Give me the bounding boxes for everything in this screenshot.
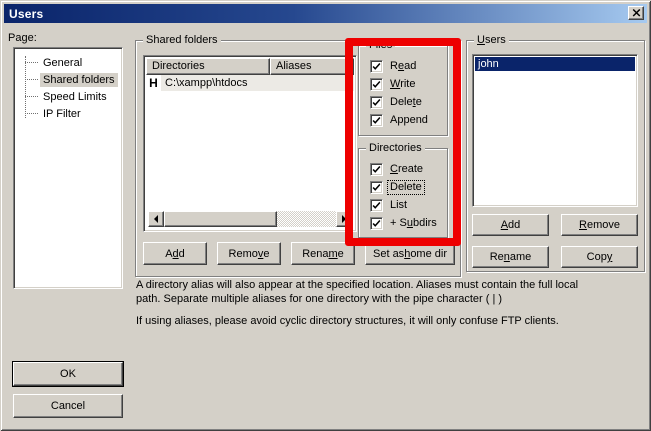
shared-folder-action-button[interactable]: Add xyxy=(143,242,207,265)
tree-connector-icon xyxy=(25,113,38,114)
shared-folder-row[interactable]: H C:\xampp\htdocs xyxy=(146,75,354,91)
users-group-label: Users xyxy=(474,34,509,47)
shared-folder-action-button[interactable]: Rename xyxy=(291,242,355,265)
file-permission-row[interactable]: Append xyxy=(370,111,447,129)
checkbox-label: + Subdirs xyxy=(388,217,439,230)
shared-folder-action-button[interactable]: Remove xyxy=(217,242,281,265)
checkmark-icon xyxy=(371,164,382,175)
ok-button[interactable]: OK xyxy=(13,362,123,386)
page-tree-item[interactable]: General xyxy=(16,54,120,71)
page-tree-item[interactable]: Speed Limits xyxy=(16,88,120,105)
user-action-button[interactable]: Add xyxy=(472,214,549,236)
checkmark-icon xyxy=(371,182,382,193)
checkmark-icon xyxy=(371,97,382,108)
file-permission-row[interactable]: Write xyxy=(370,75,447,93)
titlebar: Users xyxy=(4,4,647,23)
file-permission-row[interactable]: Delete xyxy=(370,93,447,111)
shared-folder-action-button[interactable]: Set as home dir xyxy=(365,242,455,265)
user-list-item[interactable]: john xyxy=(475,57,635,71)
checkbox-label: Delete xyxy=(388,96,424,109)
checkbox-label: List xyxy=(388,199,409,212)
checkmark-icon xyxy=(371,61,382,72)
shared-folders-buttons: Add Remove Rename Set as home dir xyxy=(143,242,455,265)
scroll-left-icon xyxy=(154,215,158,223)
tree-connector-icon xyxy=(25,62,38,63)
checkbox[interactable] xyxy=(370,78,383,91)
window-title: Users xyxy=(9,7,43,21)
close-icon xyxy=(632,9,641,17)
checkbox[interactable] xyxy=(370,217,383,230)
checkmark-icon xyxy=(371,218,382,229)
scroll-right-icon xyxy=(342,215,346,223)
directory-cell: C:\xampp\htdocs xyxy=(161,75,354,91)
checkbox-label: Delete xyxy=(388,181,424,194)
directory-permission-row[interactable]: List xyxy=(370,196,447,214)
checkbox-label: Write xyxy=(388,78,417,91)
scrollbar-thumb[interactable] xyxy=(164,211,277,227)
close-button[interactable] xyxy=(628,6,644,20)
checkbox-label: Append xyxy=(388,114,430,127)
home-flag: H xyxy=(146,75,161,91)
user-action-button[interactable]: Copy xyxy=(561,246,638,268)
shared-folders-list[interactable]: Directories Aliases H C:\xampp\htdocs xyxy=(143,55,357,232)
shared-folders-group-label: Shared folders xyxy=(143,34,221,47)
users-buttons: Add Remove Rename Copy xyxy=(472,214,638,268)
files-permissions-group: Files Read Write xyxy=(358,45,448,136)
horizontal-scrollbar[interactable] xyxy=(148,211,352,227)
checkbox[interactable] xyxy=(370,96,383,109)
cancel-button[interactable]: Cancel xyxy=(13,394,123,418)
users-list[interactable]: john xyxy=(472,54,638,207)
files-group-label: Files xyxy=(366,39,395,52)
checkbox[interactable] xyxy=(370,181,383,194)
column-header[interactable]: Aliases xyxy=(270,58,354,75)
page-tree-item[interactable]: Shared folders xyxy=(16,71,120,88)
user-action-button[interactable]: Remove xyxy=(561,214,638,236)
checkbox[interactable] xyxy=(370,199,383,212)
directories-permissions-group: Directories Create Delete xyxy=(358,148,448,238)
page-tree-item-label: Shared folders xyxy=(40,73,118,87)
page-tree-item-label: IP Filter xyxy=(40,107,84,121)
checkbox-label: Read xyxy=(388,60,418,73)
directories-group-label: Directories xyxy=(366,142,425,155)
alias-help-line1: A directory alias will also appear at th… xyxy=(136,278,648,292)
list-body: H C:\xampp\htdocs xyxy=(146,75,354,91)
tree-connector-icon xyxy=(25,96,38,97)
checkbox[interactable] xyxy=(370,60,383,73)
directory-permission-row[interactable]: Create xyxy=(370,160,447,178)
tree-connector-icon xyxy=(25,79,38,80)
checkbox[interactable] xyxy=(370,163,383,176)
scroll-right-button[interactable] xyxy=(336,211,352,227)
page-tree[interactable]: General Shared folders Speed Limits IP F… xyxy=(13,47,123,289)
scroll-left-button[interactable] xyxy=(148,211,164,227)
user-action-button[interactable]: Rename xyxy=(472,246,549,268)
checkbox-label: Create xyxy=(388,163,425,176)
page-label: Page: xyxy=(8,32,37,44)
checkbox[interactable] xyxy=(370,114,383,127)
alias-help-line3: If using aliases, please avoid cyclic di… xyxy=(136,314,648,328)
page-tree-item[interactable]: IP Filter xyxy=(16,105,120,122)
alias-help-text: A directory alias will also appear at th… xyxy=(136,278,648,328)
list-header: Directories Aliases xyxy=(146,58,354,75)
page-tree-item-label: General xyxy=(40,56,85,70)
directory-permission-row[interactable]: + Subdirs xyxy=(370,214,447,232)
file-permission-row[interactable]: Read xyxy=(370,57,447,75)
checkmark-icon xyxy=(371,200,382,211)
alias-help-line2: path. Separate multiple aliases for one … xyxy=(136,292,648,306)
checkmark-icon xyxy=(371,115,382,126)
column-header[interactable]: Directories xyxy=(146,58,270,75)
checkmark-icon xyxy=(371,79,382,90)
directory-permission-row[interactable]: Delete xyxy=(370,178,447,196)
users-dialog: Users Page: General Shared folders xyxy=(0,0,651,431)
page-tree-item-label: Speed Limits xyxy=(40,90,110,104)
